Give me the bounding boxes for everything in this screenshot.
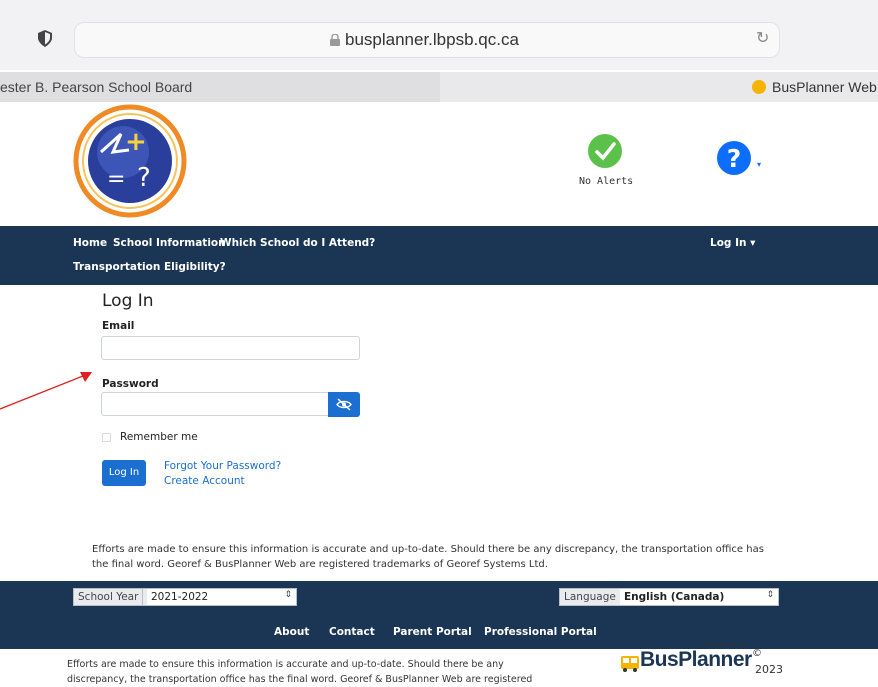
browser-toolbar: busplanner.lbpsb.qc.ca ↻	[0, 0, 878, 70]
school-year-value: 2021-2022	[147, 589, 296, 605]
disclaimer-text: Efforts are made to ensure this informat…	[92, 544, 764, 570]
nav-home[interactable]: Home	[73, 237, 107, 249]
tab-school-board[interactable]: ester B. Pearson School Board	[0, 72, 440, 102]
select-arrows-icon: ⇕	[284, 590, 292, 600]
tab-busplanner[interactable]: BusPlanner Web	[440, 72, 878, 102]
alerts-status: No Alerts	[579, 176, 634, 187]
help-icon[interactable]: ?	[716, 140, 752, 176]
annotation-arrow	[0, 372, 92, 410]
password-field[interactable]	[101, 392, 329, 416]
language-value: English (Canada)	[620, 589, 778, 605]
svg-text:?: ?	[137, 163, 151, 193]
nav-school-information[interactable]: School Information	[113, 237, 226, 249]
remember-label[interactable]: Remember me	[120, 431, 198, 443]
svg-text:?: ?	[727, 144, 742, 173]
school-year-label: School Year	[74, 589, 144, 605]
footer-link-parent-portal[interactable]: Parent Portal	[393, 626, 472, 638]
footer-link-professional-portal[interactable]: Professional Portal	[484, 626, 597, 638]
lock-icon	[330, 34, 340, 46]
copyright-year: 2023	[755, 663, 783, 676]
login-heading: Log In	[102, 291, 154, 311]
footer-disclaimer: Efforts are made to ensure this informat…	[67, 659, 533, 685]
language-select[interactable]: Language English (Canada) ⇕	[559, 588, 779, 606]
remember-checkbox[interactable]	[102, 433, 111, 442]
reload-icon[interactable]: ↻	[756, 28, 769, 47]
language-label: Language	[560, 589, 621, 605]
select-arrows-icon: ⇕	[766, 590, 774, 600]
svg-text:+: +	[125, 127, 147, 157]
tab-favicon-icon	[752, 80, 766, 94]
shield-icon[interactable]	[38, 30, 52, 47]
svg-text:=: =	[107, 167, 125, 192]
school-year-select[interactable]: School Year 2021-2022 ⇕	[73, 588, 297, 606]
password-label: Password	[102, 378, 159, 390]
main-nav: Home School Information Which School do …	[0, 226, 878, 285]
forgot-password-link[interactable]: Forgot Your Password?	[164, 460, 281, 472]
bus-icon	[621, 656, 639, 672]
busplanner-logo[interactable]: BusPlanner	[640, 648, 752, 672]
url-text[interactable]: busplanner.lbpsb.qc.ca	[345, 30, 519, 50]
tab-label: BusPlanner Web	[772, 79, 877, 95]
nav-login-dropdown[interactable]: Log In ▾	[710, 237, 755, 249]
check-alert-icon[interactable]	[587, 133, 623, 169]
footer-bar: School Year 2021-2022 ⇕ Language English…	[0, 581, 878, 649]
logo-icon[interactable]: + = ?	[73, 104, 187, 218]
copyright-symbol: ©	[752, 648, 762, 659]
nav-which-school[interactable]: Which School do I Attend?	[220, 237, 375, 249]
footer-link-contact[interactable]: Contact	[329, 626, 375, 638]
help-caret-icon[interactable]: ▾	[757, 160, 761, 169]
tab-bar: ester B. Pearson School Board BusPlanner…	[0, 72, 878, 102]
nav-transportation-eligibility[interactable]: Transportation Eligibility?	[73, 261, 226, 273]
tab-label: ester B. Pearson School Board	[0, 79, 193, 95]
eye-slash-icon	[336, 398, 352, 411]
login-button[interactable]: Log In	[102, 460, 146, 486]
footer-link-about[interactable]: About	[274, 626, 309, 638]
toggle-password-button[interactable]	[328, 392, 360, 417]
email-label: Email	[102, 320, 135, 332]
create-account-link[interactable]: Create Account	[164, 475, 245, 487]
email-field[interactable]	[101, 336, 360, 360]
